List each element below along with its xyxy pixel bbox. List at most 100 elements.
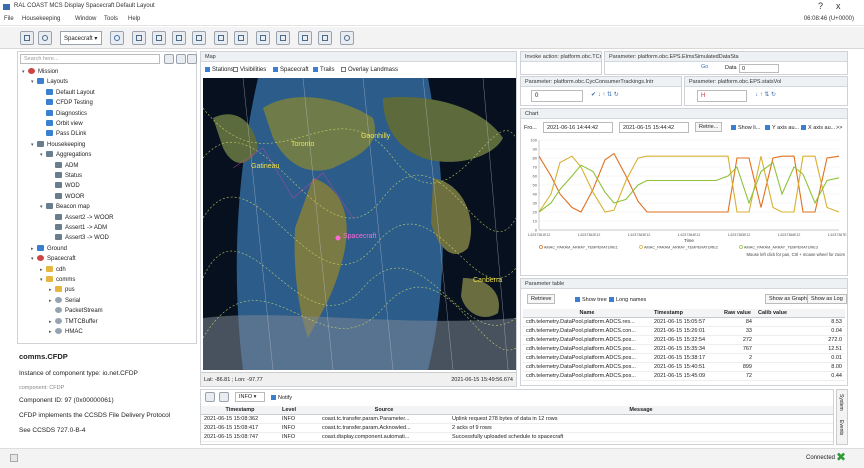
layout-icon-6[interactable] [234,31,248,45]
skip-icon[interactable] [219,392,229,402]
parameter-1-actions[interactable]: ✔ ↓ ↑ ⇅ ↻ [591,91,619,98]
trails-checkbox[interactable]: Trails [313,67,334,73]
collapse-icon[interactable] [164,54,174,64]
expand-icon[interactable] [176,54,186,64]
col-timestamp[interactable]: Timestamp [651,309,721,318]
table-row[interactable]: cdh.telemetry.DataPool.platform.ADCS.pos… [523,362,845,372]
layout-icon-9[interactable] [298,31,312,45]
log-row[interactable]: 2021-06-15 15:08:747 INFO coast.display.co… [201,432,833,442]
table-row[interactable]: cdh.telemetry.DataPool.platform.ADCS.pos… [523,335,845,345]
world-map[interactable]: Goonhilly Toronto Gatineau Spacecraft Ca… [203,78,516,370]
long-names-checkbox[interactable]: Long names [609,297,646,303]
events-tab[interactable]: Events [838,420,844,435]
layout-icon-10[interactable] [318,31,332,45]
show-as-log-button[interactable]: Show as Log [807,294,847,304]
log-row[interactable]: 2021-06-15 15:08:417 INFO coast.tc.transfe… [201,423,833,433]
log-col-source[interactable]: Source [319,406,449,415]
parameter-2-value[interactable]: H [697,90,747,102]
log-row[interactable]: 2021-06-15 15:08:362 INFO coast.tc.transfe… [201,414,833,424]
tree-item[interactable]: Diagnostics [40,109,87,119]
layout-icon-2[interactable] [152,31,166,45]
tree-item[interactable]: WOOR [49,192,84,202]
back-icon[interactable] [20,31,34,45]
overlay-landmass-checkbox[interactable]: Overlay Landmass [341,67,398,73]
status-left-icon[interactable] [10,454,18,462]
help-icon[interactable]: ? [818,1,823,11]
refresh-icon[interactable] [187,54,197,64]
chart-more-button[interactable]: >> [836,125,842,131]
table-row[interactable]: cdh.telemetry.DataPool.platform.ADCS.con… [523,326,845,336]
camera-icon[interactable] [340,31,354,45]
spacecraft-checkbox[interactable]: Spacecraft [273,67,309,73]
tree-item[interactable]: ▸ HMAC [49,328,83,337]
tree-item[interactable]: Default Layout [40,88,95,98]
system-tab[interactable]: System [838,394,844,411]
menu-help[interactable]: Help [128,16,140,22]
menu-file[interactable]: File [4,16,14,22]
layout-icon-1[interactable] [132,31,146,45]
show-lines-checkbox[interactable]: Show li... [731,125,760,131]
data-field[interactable]: 0 [739,64,779,73]
tree-item[interactable]: ▸ TMTCBuffer [49,317,98,327]
tree-item[interactable]: Assert3 -> WOD [49,234,109,243]
menu-housekeeping[interactable]: Housekeeping [22,16,60,22]
tree-item[interactable]: Assert2 -> WOOR [49,213,114,223]
spacecraft-icon[interactable] [38,31,52,45]
tree-item[interactable]: ▾ Layouts [31,78,68,87]
tree-item[interactable]: WOD [49,182,80,191]
tree-item[interactable]: Pass DLink [40,130,86,139]
tree-item[interactable]: ▸ pus [49,286,75,295]
table-row[interactable]: cdh.telemetry.DataPool.platform.ADCS.pos… [523,353,845,363]
tree-item[interactable]: ▸ cdh [40,265,66,275]
layout-icon-4[interactable] [192,31,206,45]
table-retrieve-button[interactable]: Retrieve [527,294,556,304]
menu-tools[interactable]: Tools [104,16,118,22]
table-row[interactable]: cdh.telemetry.DataPool.platform.ADCS.pos… [523,344,845,354]
tree-item[interactable]: ▾ Housekeeping [31,140,85,150]
tree-item[interactable]: ▾ Beacon map [40,203,90,212]
tree-item[interactable]: Orbit view [40,120,83,129]
tree-item[interactable]: ADM [49,161,78,171]
col-calib-value[interactable]: Calib value [755,309,845,318]
line-chart[interactable]: 10090807060504030201001.6237361E12 1.6237… [521,136,847,276]
menu-window[interactable]: Window [75,16,96,22]
chart-from-field[interactable]: 2021-06-16 14:44:42 [543,122,613,133]
parameter-1-value[interactable]: 0 [531,90,583,102]
spacecraft-select[interactable]: Spacecraft ▾ [60,31,102,45]
notify-checkbox[interactable]: Notify [271,395,292,401]
tree-item[interactable]: PacketStream [49,307,103,316]
layout-icon-7[interactable] [256,31,270,45]
tree-item[interactable]: CFDP Testing [40,99,93,108]
log-col-level[interactable]: Level [279,406,319,415]
table-row[interactable]: cdh.telemetry.DataPool.platform.ADCS.pos… [523,371,845,381]
tree-item[interactable]: ▾ comms [40,276,75,285]
tree-item[interactable]: ▸ Ground [31,244,67,254]
pause-icon[interactable] [205,392,215,402]
show-tree-checkbox[interactable]: Show tree [575,297,607,303]
show-as-graph-button[interactable]: Show as Graph [765,294,811,304]
y-axis-auto-checkbox[interactable]: Y axis au... [765,125,799,131]
chart-retrieve-button[interactable]: Retrie... [695,122,723,132]
tree-item[interactable]: ▾ Mission [22,68,58,77]
settings-icon[interactable] [110,31,124,45]
visibilities-checkbox[interactable]: Visibilities [233,67,266,73]
tree-item[interactable]: ▾ Aggregations [40,151,91,160]
col-raw-value[interactable]: Raw value [721,309,755,318]
chart-to-field[interactable]: 2021-06-15 15:44:42 [619,122,689,133]
layout-icon-5[interactable] [214,31,228,45]
log-col-timestamp[interactable]: Timestamp [201,406,279,415]
go-button[interactable]: Go [701,64,708,70]
layout-icon-8[interactable] [276,31,290,45]
table-row[interactable]: cdh.telemetry.DataPool.platform.ADCS.res… [523,317,845,327]
parameter-2-actions[interactable]: ↓ ↑ ⇅ ↻ [755,91,776,98]
spacecraft-marker[interactable] [335,235,341,241]
tree-item[interactable]: ▸ Serial [49,296,80,306]
search-input[interactable]: Search here... [20,54,160,64]
layout-icon-3[interactable] [172,31,186,45]
tree-item[interactable]: Assert1 -> ADM [49,224,107,233]
close-icon[interactable]: x [836,1,841,11]
tree-item[interactable]: Status [49,172,82,181]
col-name[interactable]: Name [523,309,651,318]
tree-item[interactable]: ▾ Spacecraft [31,255,76,264]
x-axis-auto-checkbox[interactable]: X axis au... [801,125,835,131]
